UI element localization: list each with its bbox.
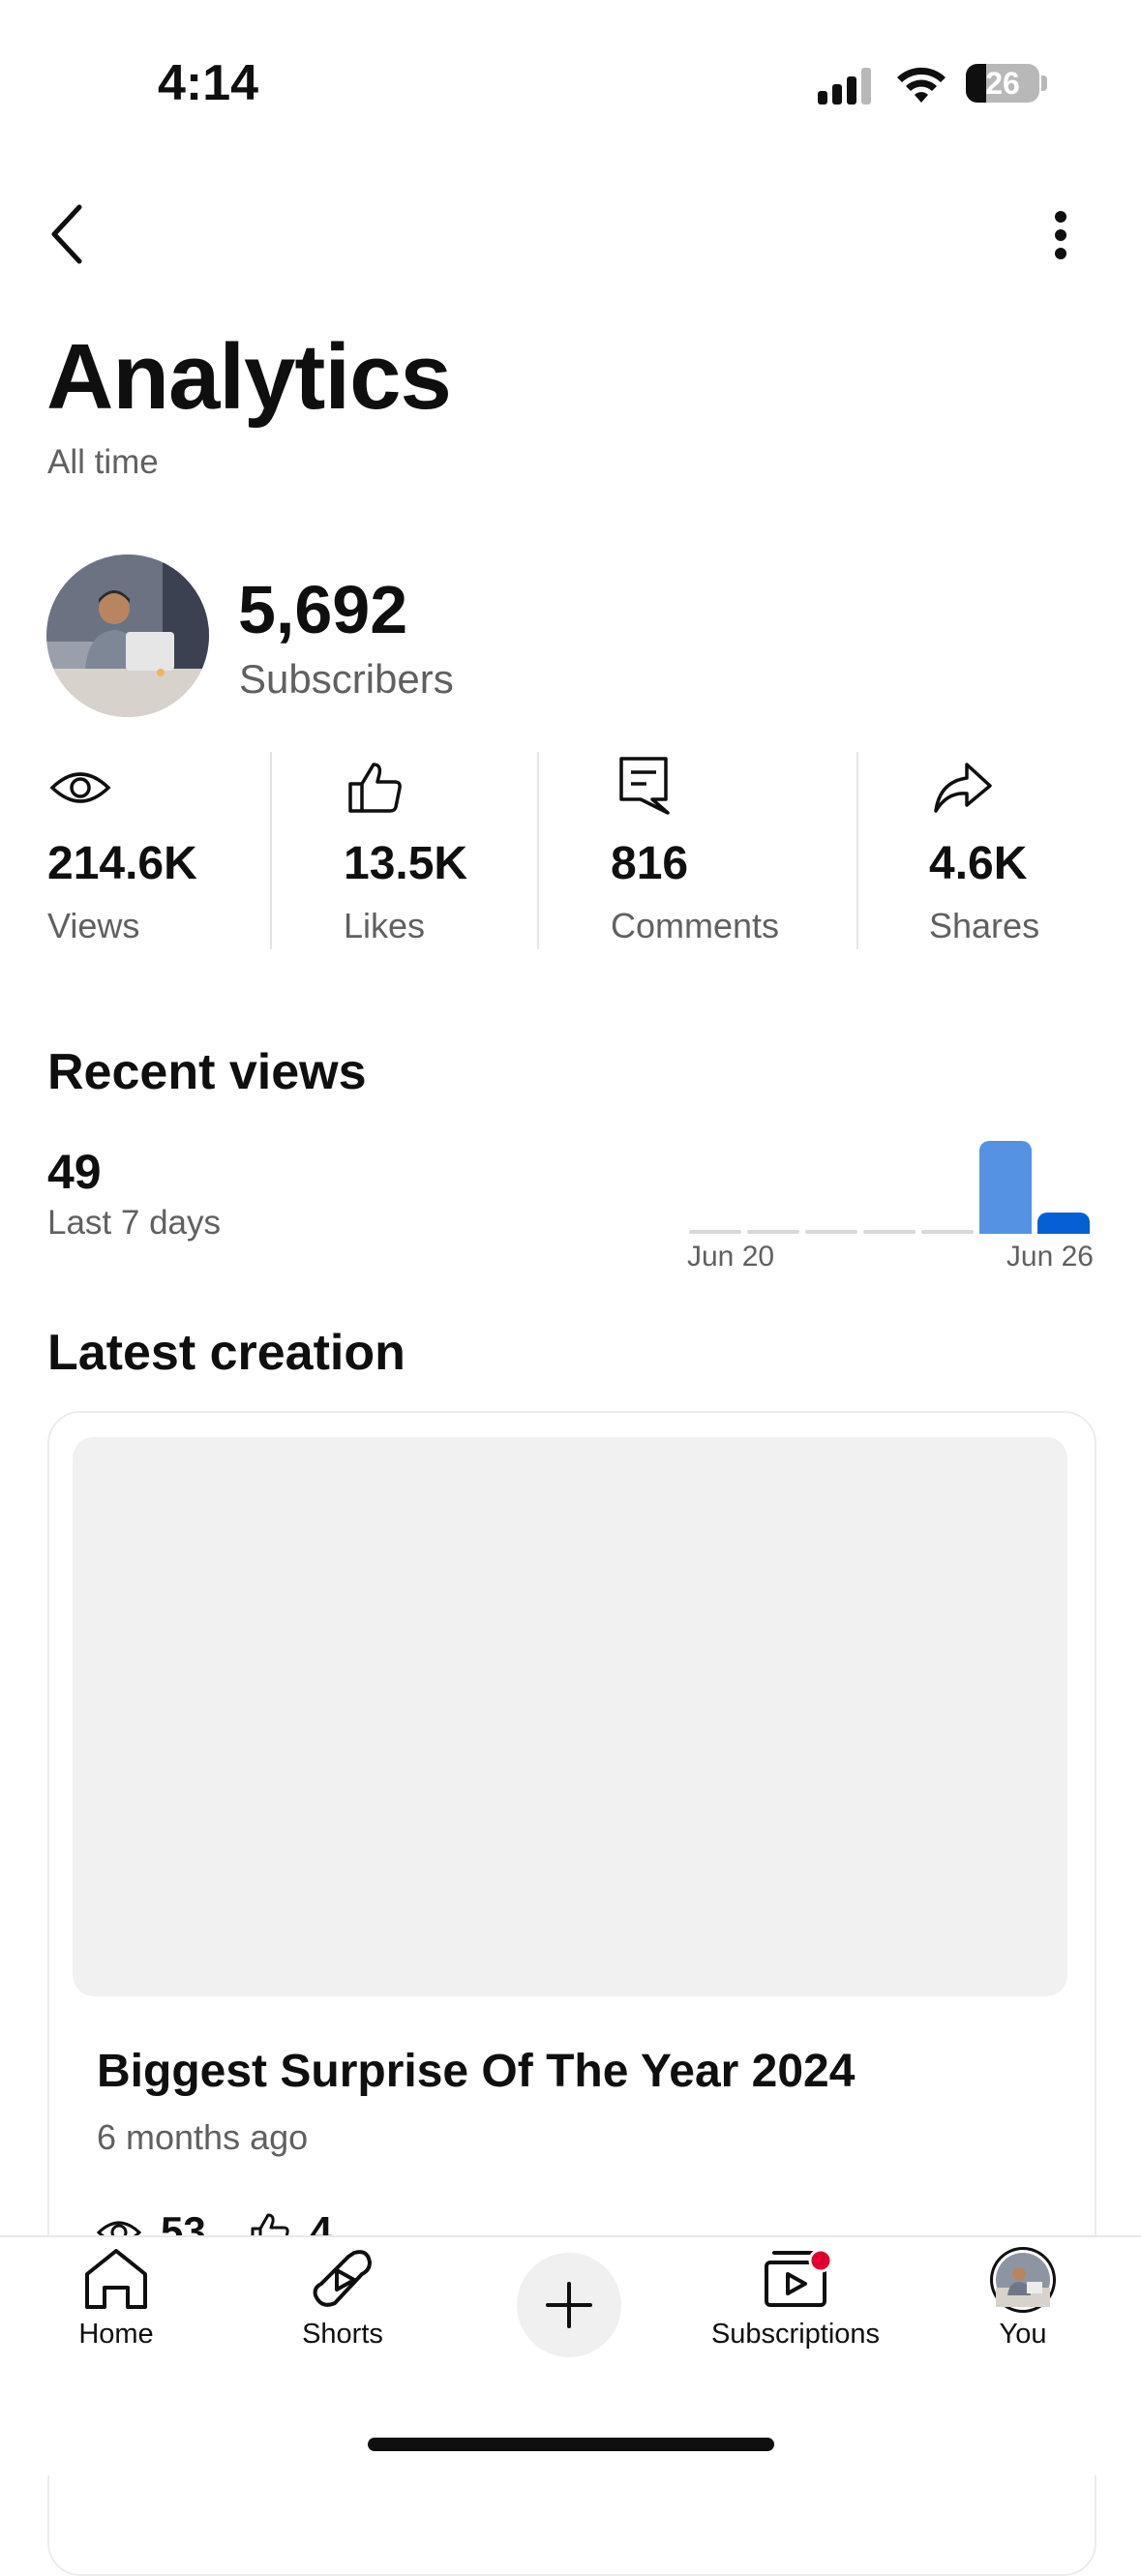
recent-views-chart[interactable]: Jun 20 Jun 26: [687, 1132, 1094, 1273]
nav-subscriptions-label: Subscriptions: [710, 2319, 881, 2350]
subscribers-count: 5,692: [238, 572, 408, 647]
subscriptions-icon: [765, 2248, 833, 2307]
chart-start-label: Jun 20: [687, 1241, 775, 1273]
cellular-signal-icon: [818, 66, 874, 105]
share-icon: [932, 761, 994, 815]
thumbs-up-icon: [346, 761, 405, 815]
page-subtitle: All time: [47, 443, 159, 481]
shorts-icon: [313, 2250, 372, 2307]
wifi-icon: [895, 64, 947, 105]
recent-views-period: Last 7 days: [47, 1204, 221, 1242]
eye-icon: [49, 764, 111, 811]
views-value: 214.6K: [47, 838, 197, 889]
views-label: Views: [47, 906, 140, 945]
latest-creation-title: Latest creation: [47, 1325, 405, 1381]
user-avatar-icon: [990, 2247, 1056, 2313]
chart-bar: [689, 1230, 741, 1234]
chevron-left-icon: [51, 204, 82, 264]
video-thumbnail[interactable]: [73, 1437, 1067, 1996]
likes-value: 13.5K: [344, 838, 468, 889]
nav-home-label: Home: [78, 2319, 154, 2350]
chart-bar: [863, 1230, 916, 1234]
video-age: 6 months ago: [97, 2117, 309, 2157]
recent-views-title: Recent views: [47, 1044, 367, 1100]
chart-bar: [805, 1230, 857, 1234]
subscribers-label: Subscribers: [239, 656, 454, 702]
nav-home[interactable]: Home: [19, 2245, 213, 2351]
battery-tip: [1041, 75, 1047, 91]
page-title: Analytics: [46, 325, 452, 429]
comments-label: Comments: [611, 906, 780, 945]
battery-icon: 26: [966, 64, 1039, 103]
more-options-button[interactable]: [1043, 203, 1078, 271]
notification-dot: [808, 2248, 833, 2273]
likes-label: Likes: [344, 906, 426, 945]
nav-you-label: You: [999, 2319, 1047, 2350]
nav-shorts-label: Shorts: [302, 2319, 383, 2350]
more-vert-icon: [1055, 211, 1066, 259]
comments-value: 816: [611, 838, 689, 889]
battery-percent: 26: [985, 66, 1020, 101]
status-time: 4:14: [158, 55, 259, 111]
shares-label: Shares: [929, 906, 1040, 945]
chart-bar: [1037, 1213, 1090, 1234]
chart-bar: [747, 1230, 799, 1234]
create-button[interactable]: [517, 2253, 621, 2357]
nav-you[interactable]: You: [926, 2245, 1120, 2351]
channel-avatar[interactable]: [46, 554, 209, 717]
stat-divider: [270, 752, 272, 949]
nav-shorts[interactable]: Shorts: [246, 2245, 439, 2351]
plus-icon: [546, 2282, 592, 2328]
stat-divider: [856, 752, 858, 949]
nav-subscriptions[interactable]: Subscriptions: [699, 2245, 892, 2351]
stat-divider: [537, 752, 539, 949]
chart-bar: [921, 1230, 974, 1234]
chart-end-label: Jun 26: [1006, 1241, 1094, 1273]
shares-value: 4.6K: [929, 838, 1028, 889]
home-icon: [85, 2249, 147, 2309]
chart-bar: [979, 1141, 1032, 1234]
video-title[interactable]: Biggest Surprise Of The Year 2024: [97, 2045, 855, 2098]
home-indicator: [368, 2438, 774, 2451]
recent-views-count: 49: [47, 1145, 102, 1199]
comment-icon: [617, 755, 670, 817]
back-button[interactable]: [39, 194, 97, 275]
